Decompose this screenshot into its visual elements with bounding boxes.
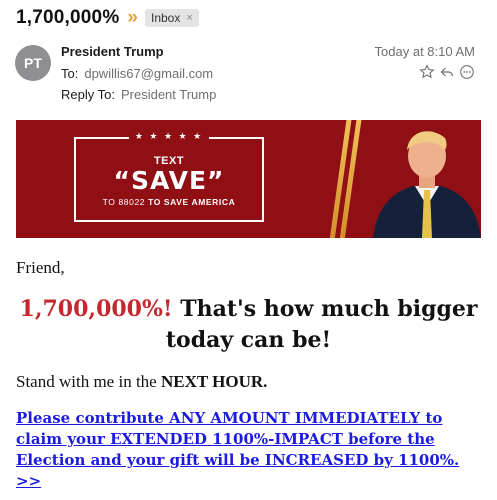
to-line: To: dpwillis67@gmail.com [61,66,213,81]
campaign-banner[interactable]: ★ ★ ★ ★ ★ TEXT “SAVE” TO 88022 TO SAVE A… [16,120,481,238]
donate-link[interactable]: Please contribute ANY AMOUNT IMMEDIATELY… [16,408,486,492]
stars-decoration: ★ ★ ★ ★ ★ [76,131,262,142]
to-address[interactable]: dpwillis67@gmail.com [84,66,213,81]
reply-to-label: Reply To: [61,87,115,102]
portrait-image [373,131,481,238]
more-icon[interactable] [459,64,475,80]
banner-cta-prefix: TO 88022 [102,197,146,207]
greeting: Friend, [16,258,65,277]
stand-line: Stand with me in the NEXT HOUR. [16,372,267,392]
to-label: To: [61,66,79,81]
banner-keyword: “SAVE” [113,166,225,195]
close-icon[interactable]: × [186,12,192,24]
inbox-badge-label: Inbox [151,11,181,25]
reply-to-address[interactable]: President Trump [121,87,216,102]
reply-icon[interactable] [439,64,455,80]
email-date: Today at 8:10 AM [374,44,475,59]
banner-cta: TO 88022 TO SAVE AMERICA [74,197,264,207]
avatar: PT [15,45,51,81]
sender-name[interactable]: President Trump [61,44,164,59]
subject-row: 1,700,000% » Inbox × [16,7,199,29]
star-icon[interactable] [419,64,435,80]
banner-cta-suffix: TO SAVE AMERICA [148,197,236,207]
message-actions [419,64,475,80]
email-subject: 1,700,000% [16,7,120,28]
headline-text: That's how much bigger today can be! [165,296,478,353]
chevron-right-icon[interactable]: » [127,7,137,29]
reply-to-line: Reply To: President Trump [61,87,216,102]
headline-highlight: 1,700,000%! [19,296,173,322]
stand-emphasis: NEXT HOUR. [160,372,268,391]
stand-text: Stand with me in the [16,372,157,391]
inbox-badge[interactable]: Inbox × [145,9,199,27]
banner-frame: ★ ★ ★ ★ ★ TEXT “SAVE” TO 88022 TO SAVE A… [74,131,264,222]
headline: 1,700,000%! That's how much bigger today… [16,294,481,356]
